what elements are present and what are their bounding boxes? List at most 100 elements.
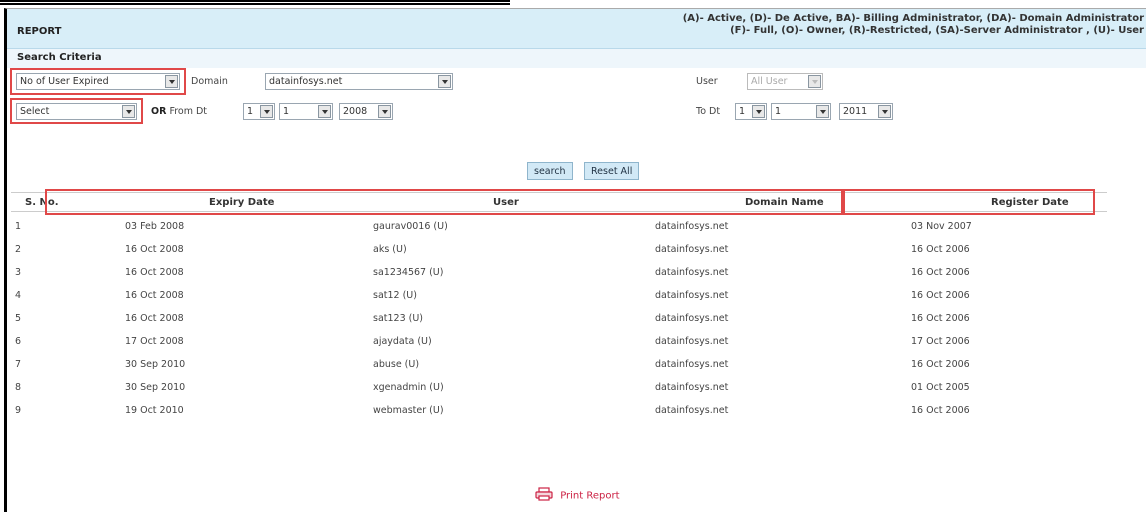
report-header: REPORT (A)- Active, (D)- De Active, BA)-… (7, 9, 1146, 49)
user-value: All User (751, 76, 788, 87)
cell-domain: datainfosys.net (655, 359, 729, 370)
cell-user: gaurav0016 (U) (373, 221, 448, 232)
cell-register: 01 Oct 2005 (911, 382, 970, 393)
report-type-value: No of User Expired (20, 76, 109, 87)
chevron-down-icon[interactable] (378, 105, 391, 118)
chevron-down-icon[interactable] (438, 75, 451, 88)
report-type-select[interactable]: No of User Expired (16, 73, 180, 90)
period-value: Select (20, 106, 50, 117)
cell-expiry: 30 Sep 2010 (125, 359, 186, 370)
user-select[interactable]: All User (747, 73, 823, 90)
page-title: REPORT (17, 26, 62, 37)
from-day-value: 1 (247, 106, 254, 117)
cell-user: abuse (U) (373, 359, 420, 370)
cell-expiry: 17 Oct 2008 (125, 336, 184, 347)
cell-domain: datainfosys.net (655, 290, 729, 301)
cell-sno: 2 (15, 244, 22, 255)
table-row: 9 19 Oct 2010 webmaster (U) datainfosys.… (15, 400, 1115, 423)
to-date-label: To Dt (696, 106, 721, 117)
cell-domain: datainfosys.net (655, 382, 729, 393)
cell-sno: 9 (15, 405, 22, 416)
chevron-down-icon[interactable] (122, 105, 135, 118)
role-legend: (A)- Active, (D)- De Active, BA)- Billin… (683, 13, 1144, 37)
cell-expiry: 30 Sep 2010 (125, 382, 186, 393)
cell-domain: datainfosys.net (655, 313, 729, 324)
user-label: User (696, 76, 718, 87)
cell-register: 16 Oct 2006 (911, 290, 970, 301)
cell-expiry: 19 Oct 2010 (125, 405, 184, 416)
cell-user: sat123 (U) (373, 313, 424, 324)
cell-expiry: 03 Feb 2008 (125, 221, 185, 232)
table-row: 6 17 Oct 2008 ajaydata (U) datainfosys.n… (15, 331, 1115, 354)
to-month-select[interactable]: 1 (771, 103, 831, 120)
search-criteria-bar: Search Criteria (7, 49, 1146, 68)
chevron-down-icon[interactable] (808, 75, 821, 88)
print-report-link[interactable]: Print Report (535, 487, 620, 504)
chevron-down-icon[interactable] (260, 105, 273, 118)
date-range-label: OR From Dt (151, 106, 207, 117)
cell-user: webmaster (U) (373, 405, 444, 416)
cell-user: sa1234567 (U) (373, 267, 444, 278)
cell-sno: 6 (15, 336, 22, 347)
cell-register: 17 Oct 2006 (911, 336, 970, 347)
to-day-value: 1 (739, 106, 746, 117)
table-row: 4 16 Oct 2008 sat12 (U) datainfosys.net … (15, 285, 1115, 308)
highlight-box (45, 189, 843, 215)
chevron-down-icon[interactable] (816, 105, 829, 118)
cell-register: 16 Oct 2006 (911, 405, 970, 416)
cell-sno: 3 (15, 267, 22, 278)
cell-domain: datainfosys.net (655, 405, 729, 416)
cell-user: sat12 (U) (373, 290, 417, 301)
cell-domain: datainfosys.net (655, 267, 729, 278)
from-month-select[interactable]: 1 (279, 103, 333, 120)
from-month-value: 1 (283, 106, 290, 117)
cell-expiry: 16 Oct 2008 (125, 290, 184, 301)
cell-domain: datainfosys.net (655, 221, 729, 232)
chevron-down-icon[interactable] (878, 105, 891, 118)
cell-sno: 4 (15, 290, 22, 301)
cell-user: ajaydata (U) (373, 336, 432, 347)
from-year-select[interactable]: 2008 (339, 103, 393, 120)
cell-expiry: 16 Oct 2008 (125, 313, 184, 324)
domain-label: Domain (191, 76, 228, 87)
search-button[interactable]: search (527, 162, 573, 180)
period-select[interactable]: Select (16, 103, 137, 120)
cell-sno: 1 (15, 221, 22, 232)
table-row: 3 16 Oct 2008 sa1234567 (U) datainfosys.… (15, 262, 1115, 285)
table-row: 8 30 Sep 2010 xgenadmin (U) datainfosys.… (15, 377, 1115, 400)
printer-icon[interactable] (535, 487, 553, 504)
from-day-select[interactable]: 1 (243, 103, 275, 120)
cell-register: 16 Oct 2006 (911, 359, 970, 370)
chevron-down-icon[interactable] (318, 105, 331, 118)
print-report-label[interactable]: Print Report (560, 491, 619, 502)
legend-line: (F)- Full, (O)- Owner, (R)-Restricted, (… (730, 25, 1144, 36)
from-date-label: From Dt (169, 106, 208, 117)
to-day-select[interactable]: 1 (735, 103, 767, 120)
domain-value: datainfosys.net (269, 76, 343, 87)
highlight-box (843, 189, 1095, 215)
cell-sno: 5 (15, 313, 22, 324)
table-row: 5 16 Oct 2008 sat123 (U) datainfosys.net… (15, 308, 1115, 331)
table-row: 1 03 Feb 2008 gaurav0016 (U) datainfosys… (15, 216, 1115, 239)
to-year-select[interactable]: 2011 (839, 103, 893, 120)
cell-sno: 8 (15, 382, 22, 393)
chevron-down-icon[interactable] (165, 75, 178, 88)
reset-all-button[interactable]: Reset All (584, 162, 640, 180)
top-divider (0, 0, 510, 5)
cell-sno: 7 (15, 359, 22, 370)
cell-register: 03 Nov 2007 (911, 221, 972, 232)
chevron-down-icon[interactable] (752, 105, 765, 118)
report-panel: REPORT (A)- Active, (D)- De Active, BA)-… (4, 8, 1146, 512)
table-row: 2 16 Oct 2008 aks (U) datainfosys.net 16… (15, 239, 1115, 262)
cell-user: xgenadmin (U) (373, 382, 444, 393)
domain-select[interactable]: datainfosys.net (265, 73, 453, 90)
search-criteria-title: Search Criteria (17, 52, 102, 63)
cell-domain: datainfosys.net (655, 336, 729, 347)
cell-user: aks (U) (373, 244, 407, 255)
cell-register: 16 Oct 2006 (911, 267, 970, 278)
cell-expiry: 16 Oct 2008 (125, 244, 184, 255)
cell-register: 16 Oct 2006 (911, 244, 970, 255)
cell-domain: datainfosys.net (655, 244, 729, 255)
legend-line: (A)- Active, (D)- De Active, BA)- Billin… (682, 13, 1144, 24)
or-label: OR (151, 106, 167, 117)
